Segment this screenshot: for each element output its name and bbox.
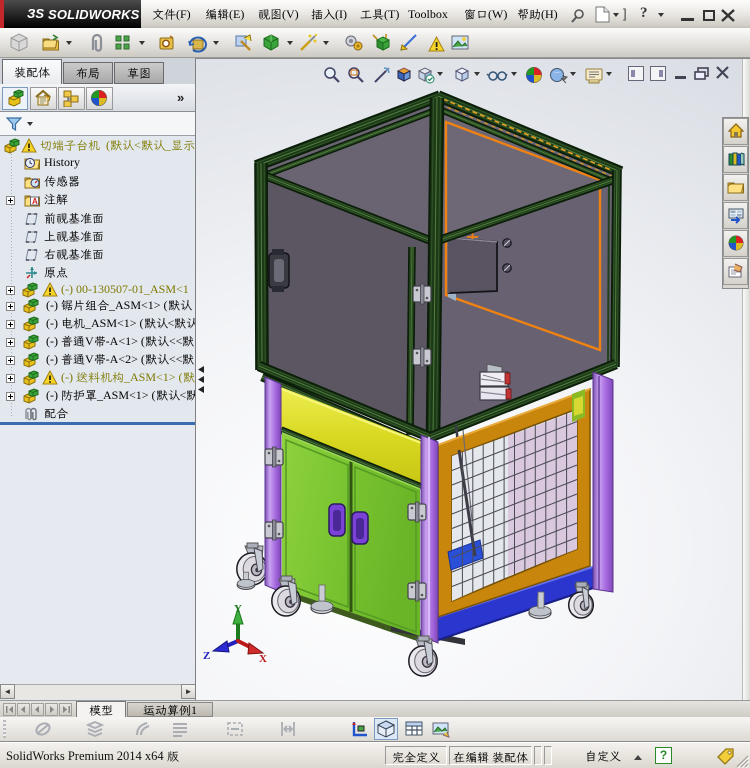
svg-text:Y: Y <box>234 603 242 615</box>
svg-text:A: A <box>32 197 38 206</box>
svg-text:X: X <box>259 653 267 665</box>
svg-text:Z: Z <box>203 650 210 662</box>
